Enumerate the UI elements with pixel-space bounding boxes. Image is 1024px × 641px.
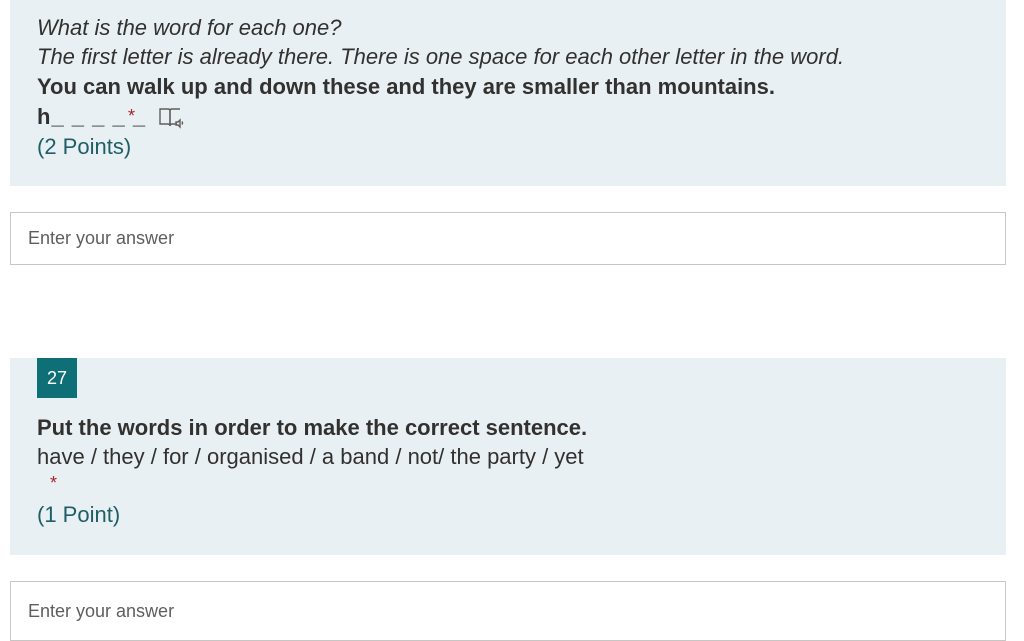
answer-input[interactable] — [10, 212, 1006, 265]
question-instruction: What is the word for each one? — [37, 15, 342, 40]
question-number-badge: 27 — [37, 358, 77, 398]
immersive-reader-icon[interactable] — [158, 106, 184, 130]
question-prompt: You can walk up and down these and they … — [37, 74, 775, 99]
points-label: (2 Points) — [37, 134, 132, 159]
question-26-card: What is the word for each one? The first… — [10, 0, 1006, 186]
required-asterisk: * — [50, 473, 58, 493]
question-instruction: The first letter is already there. There… — [37, 44, 845, 69]
question-27-card: 27 Put the words in order to make the co… — [10, 358, 1006, 555]
question-prompt: Put the words in order to make the corre… — [37, 415, 588, 440]
required-asterisk: * — [128, 106, 136, 126]
word-list: have / they / for / organised / a band /… — [37, 444, 584, 469]
points-label: (1 Point) — [37, 502, 121, 527]
answer-input[interactable] — [10, 581, 1006, 641]
